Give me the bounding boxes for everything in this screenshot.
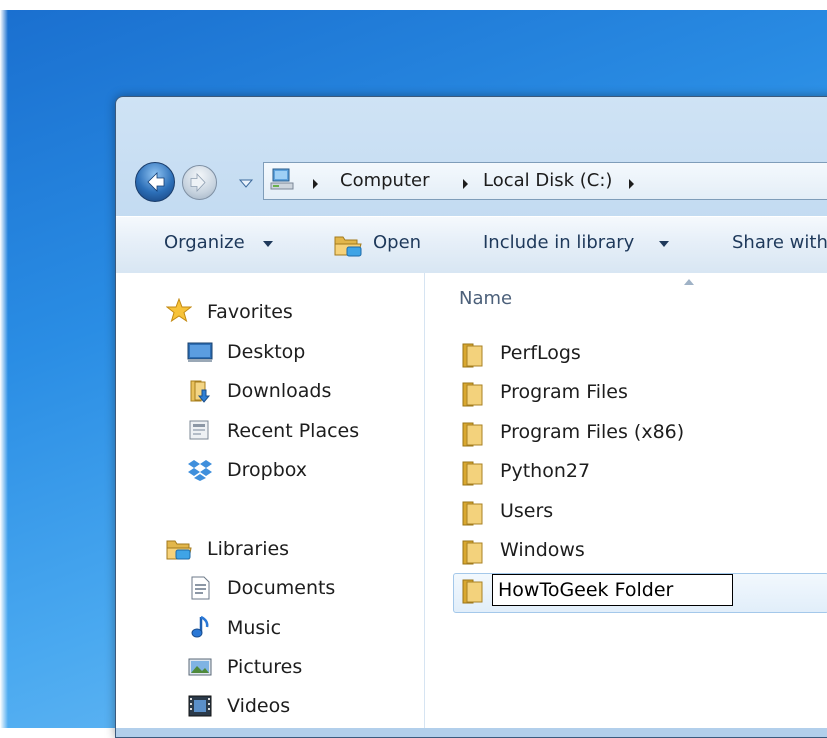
back-button[interactable]	[135, 162, 175, 202]
sidebar-item-desktop[interactable]: Desktop	[227, 341, 305, 363]
share-with-button[interactable]: Share with	[732, 232, 827, 253]
list-item[interactable]: Program Files (x86)	[460, 419, 827, 449]
forward-button[interactable]	[182, 165, 217, 200]
open-folder-icon[interactable]	[333, 232, 365, 258]
folder-icon	[462, 382, 483, 407]
list-item[interactable]: Users	[460, 498, 827, 528]
sort-ascending-icon	[684, 279, 694, 285]
organize-button[interactable]: Organize	[164, 232, 245, 253]
forward-arrow-icon	[190, 172, 206, 193]
file-name: Windows	[500, 539, 585, 561]
list-item[interactable]: Program Files	[460, 379, 827, 409]
breadcrumb-computer[interactable]: Computer	[340, 170, 429, 191]
file-name: Users	[500, 500, 554, 522]
list-item[interactable]: Python27	[460, 458, 827, 488]
sidebar-item-pictures[interactable]: Pictures	[227, 656, 302, 678]
sidebar-item-recent-places[interactable]: Recent Places	[227, 420, 359, 442]
back-arrow-icon	[147, 172, 165, 192]
include-library-dropdown-icon[interactable]	[658, 240, 670, 248]
libraries-icon	[166, 540, 192, 560]
screenshot-edge-left	[0, 0, 8, 728]
organize-dropdown-icon[interactable]	[262, 240, 274, 248]
folder-icon	[462, 540, 483, 565]
folder-icon	[462, 343, 483, 368]
computer-icon	[270, 168, 294, 190]
column-header-name[interactable]: Name	[459, 288, 512, 309]
list-item[interactable]: Windows	[460, 537, 827, 567]
folder-icon	[462, 501, 483, 526]
desktop-icon	[187, 342, 213, 362]
dropbox-icon	[188, 460, 212, 481]
recent-pages-dropdown-icon[interactable]	[238, 176, 254, 190]
screenshot-edge	[0, 0, 827, 10]
folder-icon	[462, 422, 483, 447]
breadcrumb-separator-icon[interactable]	[310, 178, 320, 190]
recent-places-icon	[189, 420, 209, 440]
file-name: Python27	[500, 460, 591, 482]
sidebar-item-downloads[interactable]: Downloads	[227, 380, 331, 402]
sidebar-item-music[interactable]: Music	[227, 617, 281, 639]
breadcrumb-separator-icon[interactable]	[626, 178, 636, 190]
videos-icon	[188, 695, 212, 717]
favorites-star-icon	[166, 298, 192, 322]
folder-icon	[462, 461, 483, 486]
open-button[interactable]: Open	[373, 232, 421, 253]
title-bar[interactable]	[116, 97, 827, 153]
music-icon	[191, 615, 209, 638]
include-in-library-button[interactable]: Include in library	[483, 232, 634, 253]
documents-icon	[191, 576, 210, 600]
downloads-icon	[190, 380, 211, 403]
sidebar-item-dropbox[interactable]: Dropbox	[227, 459, 307, 481]
breadcrumb-local-disk[interactable]: Local Disk (C:)	[483, 170, 612, 191]
sidebar-item-libraries[interactable]: Libraries	[207, 538, 289, 560]
breadcrumb-separator-icon[interactable]	[460, 178, 470, 190]
rename-input[interactable]	[492, 574, 733, 606]
file-name: PerfLogs	[500, 342, 581, 364]
list-item[interactable]: PerfLogs	[460, 340, 827, 370]
folder-icon	[462, 579, 483, 604]
pictures-icon	[188, 658, 212, 676]
sidebar-item-documents[interactable]: Documents	[227, 577, 335, 599]
sidebar-item-favorites[interactable]: Favorites	[207, 301, 293, 323]
file-name: Program Files	[500, 381, 628, 403]
file-name: Program Files (x86)	[500, 421, 685, 443]
sidebar-item-videos[interactable]: Videos	[227, 695, 290, 717]
